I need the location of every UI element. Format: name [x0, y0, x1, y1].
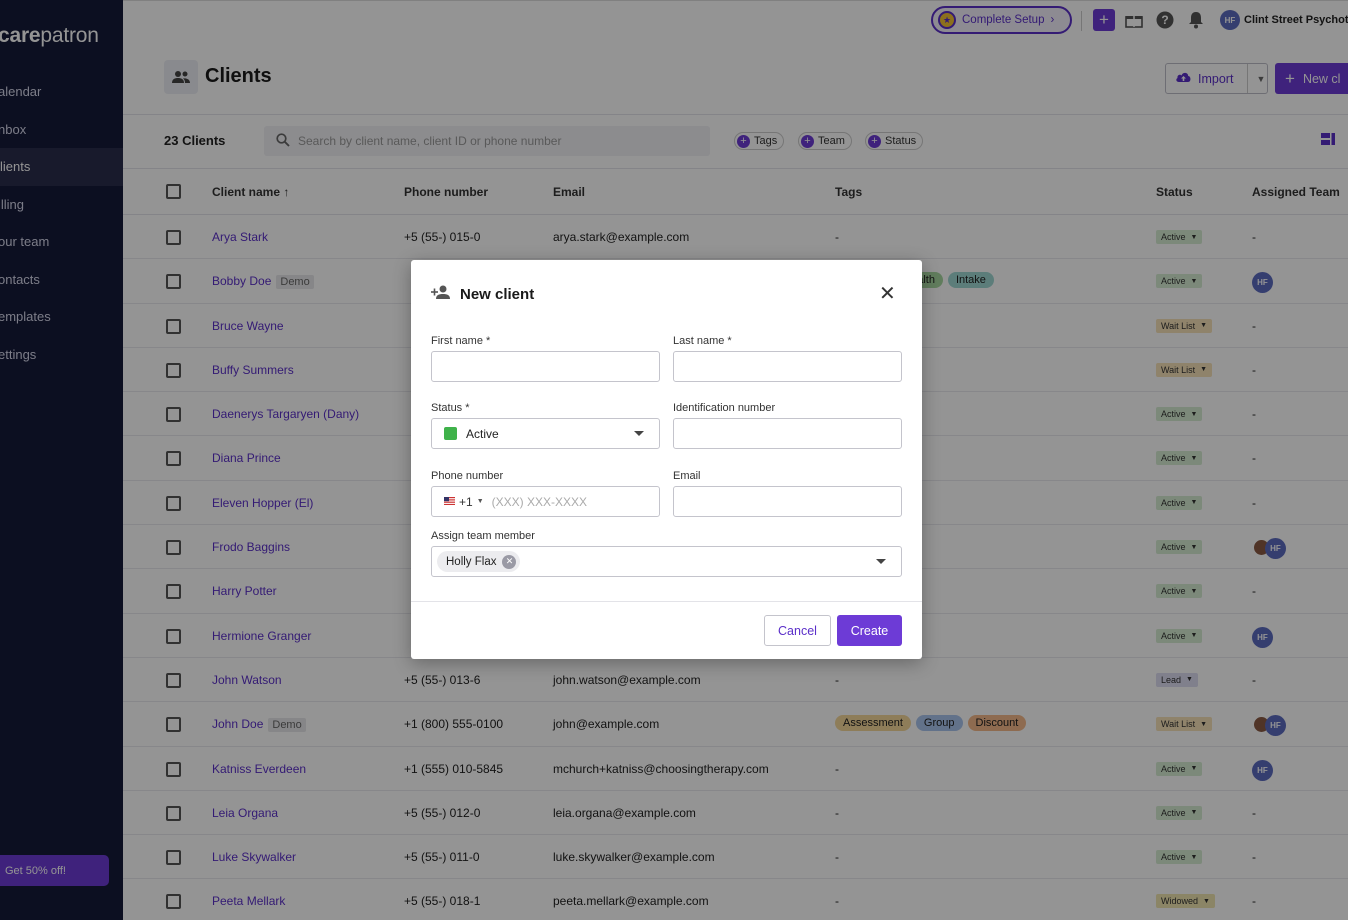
person-add-icon: [431, 285, 452, 303]
email-label: Email: [673, 470, 701, 482]
first-name-field[interactable]: [431, 351, 660, 382]
identification-number-label: Identification number: [673, 402, 776, 414]
caret-down-icon: [634, 431, 644, 436]
assigned-member-name: Holly Flax: [446, 555, 497, 568]
dialog-divider: [411, 601, 922, 602]
dialog-title-text: New client: [460, 285, 535, 303]
new-client-dialog: New client ✕ First name * Last name * St…: [411, 260, 922, 659]
phone-placeholder: (XXX) XXX-XXXX: [491, 494, 587, 509]
first-name-label: First name *: [431, 335, 491, 347]
status-value: Active: [466, 426, 499, 441]
status-color-swatch: [444, 427, 457, 440]
status-label: Status *: [431, 402, 470, 414]
us-flag-icon: [444, 496, 455, 507]
dialog-title: New client: [431, 285, 534, 303]
assigned-member-chip: Holly Flax ✕: [437, 551, 521, 572]
create-button[interactable]: Create: [837, 615, 902, 646]
email-field[interactable]: [673, 486, 902, 517]
phone-number-field[interactable]: +1 ▼ (XXX) XXX-XXXX: [431, 486, 660, 517]
assign-team-member-select[interactable]: Holly Flax ✕: [431, 546, 902, 577]
status-select[interactable]: Active: [431, 418, 660, 449]
country-code-select[interactable]: +1 ▼: [444, 495, 484, 509]
last-name-label: Last name *: [673, 335, 732, 347]
remove-chip-icon[interactable]: ✕: [502, 554, 517, 569]
country-code: +1: [459, 494, 473, 509]
cancel-button[interactable]: Cancel: [764, 615, 831, 646]
phone-number-label: Phone number: [431, 470, 504, 482]
identification-number-field[interactable]: [673, 418, 902, 449]
caret-down-icon: ▼: [476, 498, 484, 505]
caret-down-icon: [876, 559, 886, 564]
assign-team-member-label: Assign team member: [431, 530, 535, 542]
close-icon[interactable]: ✕: [879, 284, 896, 304]
last-name-field[interactable]: [673, 351, 902, 382]
